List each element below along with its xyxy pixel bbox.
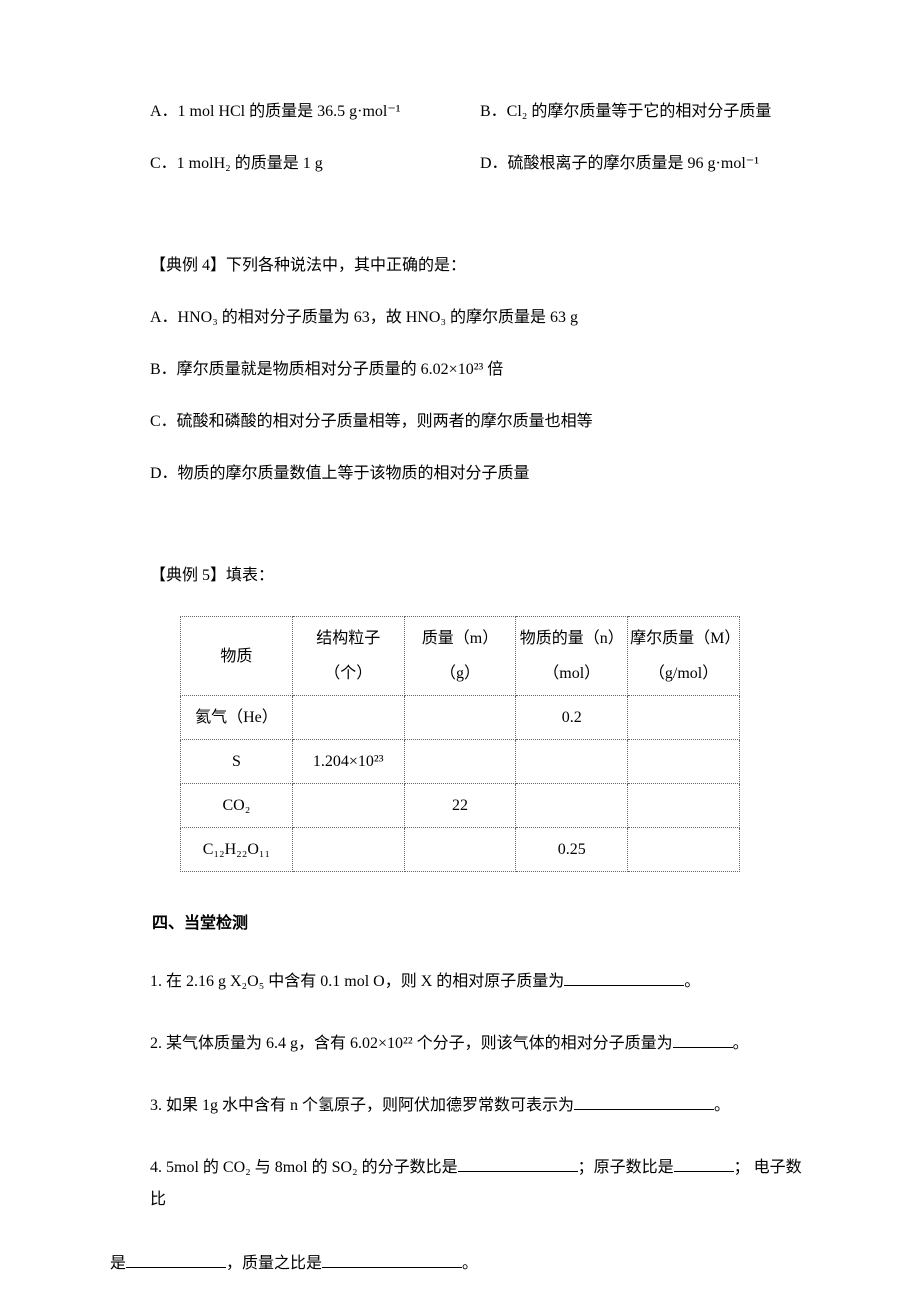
example-4-label: 【典例 4】下列各种说法中，其中正确的是： (150, 254, 810, 278)
table-header-mass: 质量（m） （g） (404, 617, 516, 696)
cell-amount: 0.2 (516, 696, 628, 740)
cell-mass: 22 (404, 784, 516, 828)
table-row: CO₂ 22 (181, 784, 740, 828)
blank (674, 1155, 734, 1173)
blank (322, 1251, 462, 1269)
q4-text-b: ；原子数比是 (578, 1159, 674, 1176)
cell-mass (404, 828, 516, 872)
table-header-substance: 物质 (181, 617, 293, 696)
cell-particles (292, 784, 404, 828)
question-4: 4. 5mol 的 CO₂ 与 8mol 的 SO₂ 的分子数比是；原子数比是；… (150, 1152, 810, 1216)
question-3: 3. 如果 1g 水中含有 n 个氢原子，则阿伏加德罗常数可表示为 。 (150, 1090, 810, 1122)
table-row: 氦气（He） 0.2 (181, 696, 740, 740)
table-header-molar-mass: 摩尔质量（M） （g/mol） (628, 617, 740, 696)
question-1: 1. 在 2.16 g X₂O₅ 中含有 0.1 mol O，则 X 的相对原子… (150, 966, 810, 998)
cell-amount: 0.25 (516, 828, 628, 872)
ex4-option-c: C．硫酸和磷酸的相对分子质量相等，则两者的摩尔质量也相等 (150, 410, 810, 434)
q1-text-a: 1. 在 2.16 g X₂O₅ 中含有 0.1 mol O，则 X 的相对原子… (150, 973, 564, 990)
ex4-option-a: A．HNO₃ 的相对分子质量为 63，故 HNO₃ 的摩尔质量是 63 g (150, 306, 810, 330)
q2-text-a: 2. 某气体质量为 6.4 g，含有 6.02×10²² 个分子，则该气体的相对… (150, 1035, 673, 1052)
question-2: 2. 某气体质量为 6.4 g，含有 6.02×10²² 个分子，则该气体的相对… (150, 1028, 810, 1060)
blank (564, 969, 684, 987)
cell-mass (404, 740, 516, 784)
top-options-row-2: C．1 molH₂ 的质量是 1 g D．硫酸根离子的摩尔质量是 96 g·mo… (150, 152, 810, 176)
blank (673, 1031, 733, 1049)
cell-particles (292, 828, 404, 872)
q4-text-e: ，质量之比是 (226, 1255, 322, 1272)
cell-amount (516, 740, 628, 784)
option-d: D．硫酸根离子的摩尔质量是 96 g·mol⁻¹ (480, 152, 810, 176)
cell-amount (516, 784, 628, 828)
cell-substance: CO₂ (181, 784, 293, 828)
cell-molar-mass (628, 740, 740, 784)
option-c: C．1 molH₂ 的质量是 1 g (150, 152, 480, 176)
ex4-option-b: B．摩尔质量就是物质相对分子质量的 6.02×10²³ 倍 (150, 358, 810, 382)
section-4-heading: 四、当堂检测 (152, 912, 810, 936)
q4-text-f: 。 (462, 1255, 478, 1272)
cell-substance: C₁₂H₂₂O₁₁ (181, 828, 293, 872)
cell-molar-mass (628, 784, 740, 828)
cell-particles: 1.204×10²³ (292, 740, 404, 784)
top-options-row-1: A．1 mol HCl 的质量是 36.5 g·mol⁻¹ B．Cl₂ 的摩尔质… (150, 100, 810, 124)
cell-molar-mass (628, 696, 740, 740)
q4-text-a: 4. 5mol 的 CO₂ 与 8mol 的 SO₂ 的分子数比是 (150, 1159, 458, 1176)
cell-substance: S (181, 740, 293, 784)
q4-text-d: 是 (110, 1255, 126, 1272)
example-5-table: 物质 结构粒子 （个） 质量（m） （g） 物质的量（n） （mol） 摩尔质量… (180, 616, 740, 872)
cell-substance: 氦气（He） (181, 696, 293, 740)
q2-text-b: 。 (733, 1035, 749, 1052)
cell-molar-mass (628, 828, 740, 872)
blank (126, 1251, 226, 1269)
example-5-label: 【典例 5】填表： (150, 564, 810, 588)
table-row: S 1.204×10²³ (181, 740, 740, 784)
option-b: B．Cl₂ 的摩尔质量等于它的相对分子质量 (480, 100, 810, 124)
table-row: C₁₂H₂₂O₁₁ 0.25 (181, 828, 740, 872)
q1-text-b: 。 (684, 973, 700, 990)
blank (574, 1093, 714, 1111)
q3-text-b: 。 (714, 1097, 730, 1114)
question-4-cont: 是 ，质量之比是 。 (110, 1246, 810, 1281)
ex4-option-d: D．物质的摩尔质量数值上等于该物质的相对分子质量 (150, 462, 810, 486)
cell-particles (292, 696, 404, 740)
option-a: A．1 mol HCl 的质量是 36.5 g·mol⁻¹ (150, 100, 480, 124)
table-header-particles: 结构粒子 （个） (292, 617, 404, 696)
table-header-amount: 物质的量（n） （mol） (516, 617, 628, 696)
cell-mass (404, 696, 516, 740)
q3-text-a: 3. 如果 1g 水中含有 n 个氢原子，则阿伏加德罗常数可表示为 (150, 1097, 574, 1114)
blank (458, 1155, 578, 1173)
